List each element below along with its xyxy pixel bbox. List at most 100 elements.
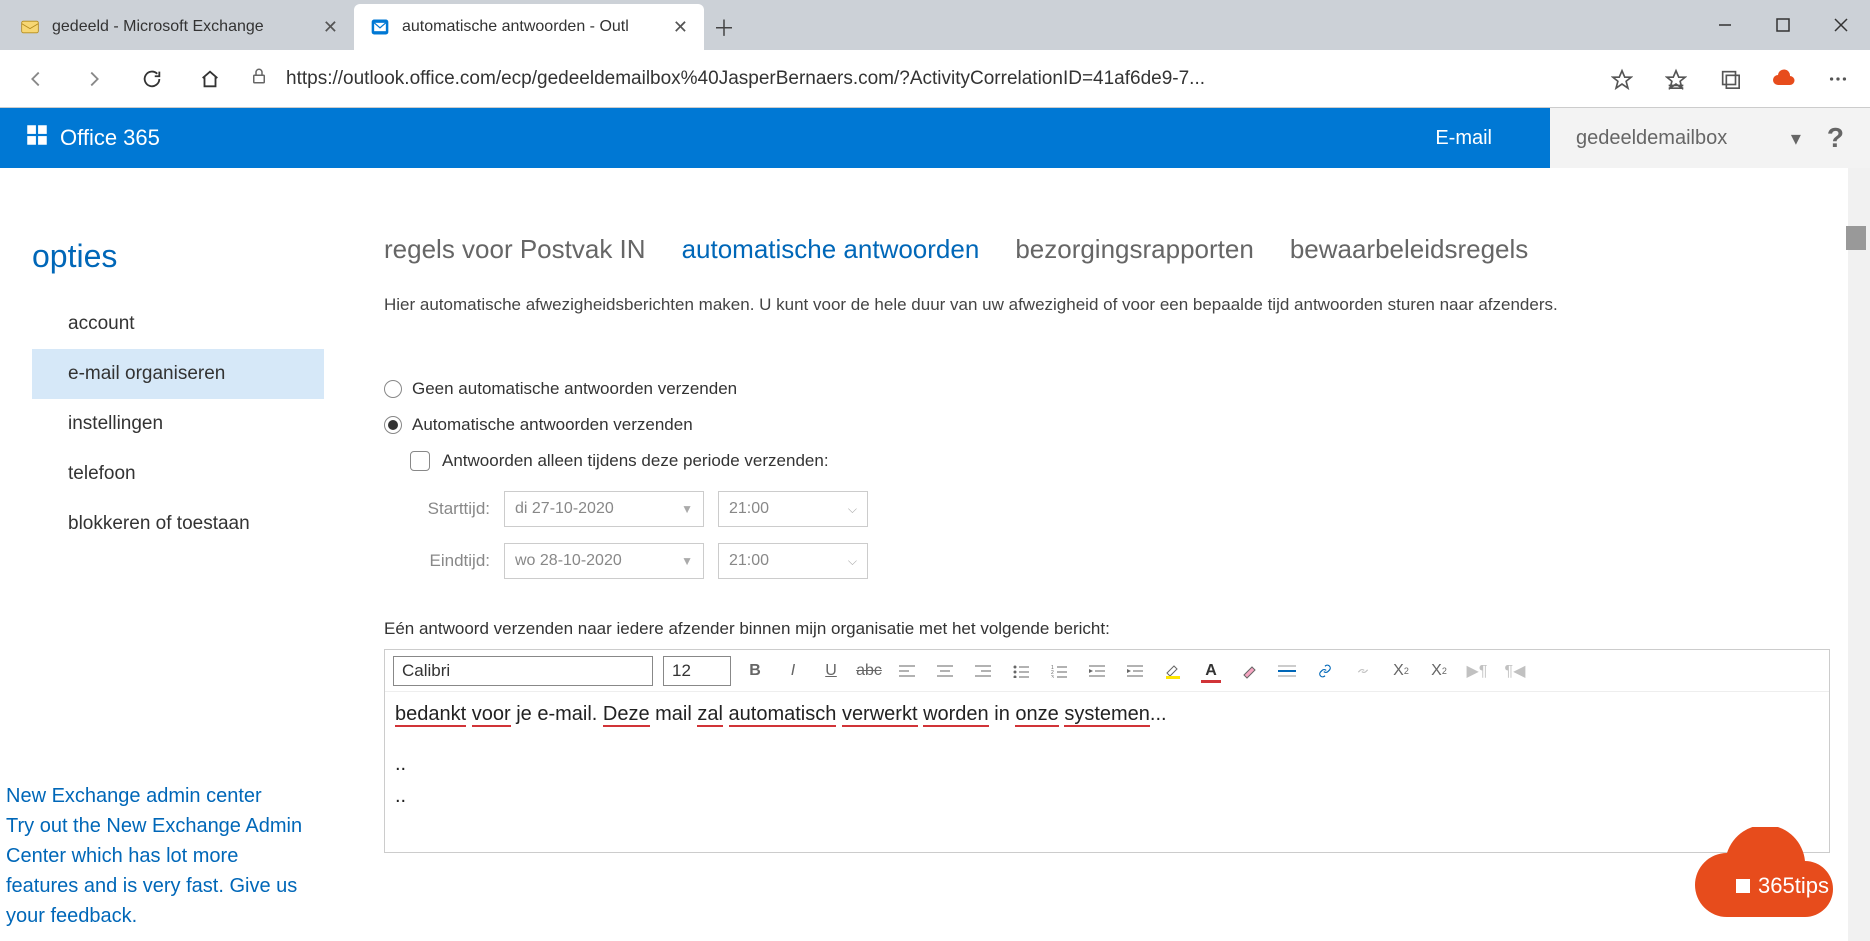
- nav-email[interactable]: E-mail: [1435, 127, 1526, 150]
- browser-tab[interactable]: automatische antwoorden - Outl ✕: [354, 4, 704, 50]
- favorites-icon[interactable]: [1654, 57, 1698, 101]
- back-button[interactable]: [10, 53, 62, 105]
- refresh-button[interactable]: [126, 53, 178, 105]
- font-size-select[interactable]: 12: [663, 656, 731, 686]
- radio-on-row[interactable]: Automatische antwoorden verzenden: [384, 415, 1830, 435]
- period-checkbox-row[interactable]: Antwoorden alleen tijdens deze periode v…: [410, 451, 1830, 471]
- cloud-ext-icon[interactable]: [1762, 57, 1806, 101]
- link-button[interactable]: [1311, 657, 1339, 685]
- number-list-button[interactable]: 123: [1045, 657, 1073, 685]
- font-color-button[interactable]: A: [1197, 657, 1225, 685]
- tab-title: gedeeld - Microsoft Exchange: [52, 18, 311, 36]
- outdent-button[interactable]: [1083, 657, 1111, 685]
- sidebar-item-account[interactable]: account: [32, 299, 324, 349]
- underline-button[interactable]: U: [817, 657, 845, 685]
- insert-hr-button[interactable]: [1273, 657, 1301, 685]
- minimize-button[interactable]: [1696, 0, 1754, 50]
- editor-toolbar: Calibri 12 B I U abc 123 A X2: [385, 650, 1829, 692]
- highlight-button[interactable]: [1159, 657, 1187, 685]
- subscript-button[interactable]: X2: [1425, 657, 1453, 685]
- address-bar[interactable]: https://outlook.office.com/ecp/gedeeldem…: [242, 67, 1594, 91]
- strike-button[interactable]: abc: [855, 657, 883, 685]
- radio-icon: [384, 416, 402, 434]
- svg-text:3: 3: [1051, 675, 1054, 678]
- tab-favicon-icon: [20, 17, 40, 37]
- radio-off-row[interactable]: Geen automatische antwoorden verzenden: [384, 379, 1830, 399]
- unlink-button[interactable]: [1349, 657, 1377, 685]
- sidebar-item-email-organise[interactable]: e-mail organiseren: [32, 349, 324, 399]
- start-time-value: 21:00: [729, 500, 769, 518]
- lock-icon: [250, 67, 268, 91]
- browser-tab[interactable]: gedeeld - Microsoft Exchange ✕: [4, 4, 354, 50]
- end-time-select[interactable]: 21:00 ⌵: [718, 543, 868, 579]
- align-center-button[interactable]: [931, 657, 959, 685]
- svg-text:365tips: 365tips: [1758, 873, 1829, 898]
- close-icon[interactable]: ✕: [673, 17, 688, 38]
- italic-button[interactable]: I: [779, 657, 807, 685]
- sidebar-item-phone[interactable]: telefoon: [32, 449, 324, 499]
- period-check-label: Antwoorden alleen tijdens deze periode v…: [442, 451, 829, 471]
- new-tab-button[interactable]: ＋: [704, 4, 744, 50]
- checkbox-icon: [410, 451, 430, 471]
- radio-on-label: Automatische antwoorden verzenden: [412, 415, 693, 435]
- align-right-button[interactable]: [969, 657, 997, 685]
- tab-strip: regels voor Postvak IN automatische antw…: [384, 234, 1830, 265]
- align-left-button[interactable]: [893, 657, 921, 685]
- promo-title: New Exchange admin center: [6, 781, 304, 811]
- chevron-down-icon: ▼: [681, 554, 693, 568]
- home-button[interactable]: [184, 53, 236, 105]
- sidebar: opties account e-mail organiseren instel…: [0, 168, 324, 941]
- scrollbar-track[interactable]: [1848, 168, 1870, 941]
- start-label: Starttijd:: [410, 499, 490, 519]
- chevron-down-icon: ⌵: [848, 502, 857, 517]
- start-time-select[interactable]: 21:00 ⌵: [718, 491, 868, 527]
- sidebar-item-settings[interactable]: instellingen: [32, 399, 324, 449]
- tab-inbox-rules[interactable]: regels voor Postvak IN: [384, 234, 646, 265]
- tab-delivery-reports[interactable]: bezorgingsrapporten: [1015, 234, 1254, 265]
- promo-link[interactable]: New Exchange admin center Try out the Ne…: [6, 781, 304, 931]
- end-time-value: 21:00: [729, 552, 769, 570]
- end-label: Eindtijd:: [410, 551, 490, 571]
- bold-button[interactable]: B: [741, 657, 769, 685]
- radio-off-label: Geen automatische antwoorden verzenden: [412, 379, 737, 399]
- tab-retention[interactable]: bewaarbeleidsregels: [1290, 234, 1528, 265]
- editor-line: ..: [395, 780, 1819, 812]
- star-icon[interactable]: [1600, 57, 1644, 101]
- end-date-select[interactable]: wo 28-10-2020 ▼: [504, 543, 704, 579]
- chevron-down-icon: ▾: [1791, 126, 1801, 151]
- tab-auto-replies[interactable]: automatische antwoorden: [682, 234, 980, 265]
- sidebar-item-block-allow[interactable]: blokkeren of toestaan: [32, 499, 324, 549]
- user-label: gedeeldemailbox: [1576, 127, 1727, 150]
- forward-button[interactable]: [68, 53, 120, 105]
- scrollbar-thumb[interactable]: [1846, 226, 1866, 250]
- indent-button[interactable]: [1121, 657, 1149, 685]
- font-select[interactable]: Calibri: [393, 656, 653, 686]
- close-icon[interactable]: ✕: [323, 17, 338, 38]
- bullet-list-button[interactable]: [1007, 657, 1035, 685]
- tab-title: automatische antwoorden - Outl: [402, 18, 661, 36]
- rich-editor: Calibri 12 B I U abc 123 A X2: [384, 649, 1830, 853]
- end-date-value: wo 28-10-2020: [515, 552, 622, 570]
- url-text: https://outlook.office.com/ecp/gedeeldem…: [286, 68, 1205, 90]
- promo-body: Try out the New Exchange Admin Center wh…: [6, 811, 304, 931]
- collections-icon[interactable]: [1708, 57, 1752, 101]
- superscript-button[interactable]: X2: [1387, 657, 1415, 685]
- 365tips-badge-icon[interactable]: 365tips: [1682, 827, 1852, 927]
- close-window-button[interactable]: [1812, 0, 1870, 50]
- editor-body[interactable]: bedankt voor je e-mail. Deze mail zal au…: [385, 692, 1829, 852]
- clear-format-button[interactable]: [1235, 657, 1263, 685]
- chevron-down-icon: ⌵: [848, 554, 857, 569]
- editor-label: Eén antwoord verzenden naar iedere afzen…: [384, 619, 1830, 639]
- page-description: Hier automatische afwezigheidsberichten …: [384, 295, 1830, 315]
- rtl-button[interactable]: ¶◀: [1501, 657, 1529, 685]
- help-icon[interactable]: ?: [1827, 122, 1844, 154]
- start-date-select[interactable]: di 27-10-2020▼: [504, 491, 704, 527]
- maximize-button[interactable]: [1754, 0, 1812, 50]
- chevron-down-icon: ▼: [681, 502, 693, 516]
- editor-line: bedankt voor je e-mail. Deze mail zal au…: [395, 698, 1819, 730]
- o365-header-bar: Office 365 E-mail: [0, 108, 1550, 168]
- user-menu[interactable]: gedeeldemailbox ▾ ?: [1550, 108, 1870, 168]
- brand-label: Office 365: [60, 125, 160, 151]
- ltr-button[interactable]: ▶¶: [1463, 657, 1491, 685]
- more-icon[interactable]: [1816, 57, 1860, 101]
